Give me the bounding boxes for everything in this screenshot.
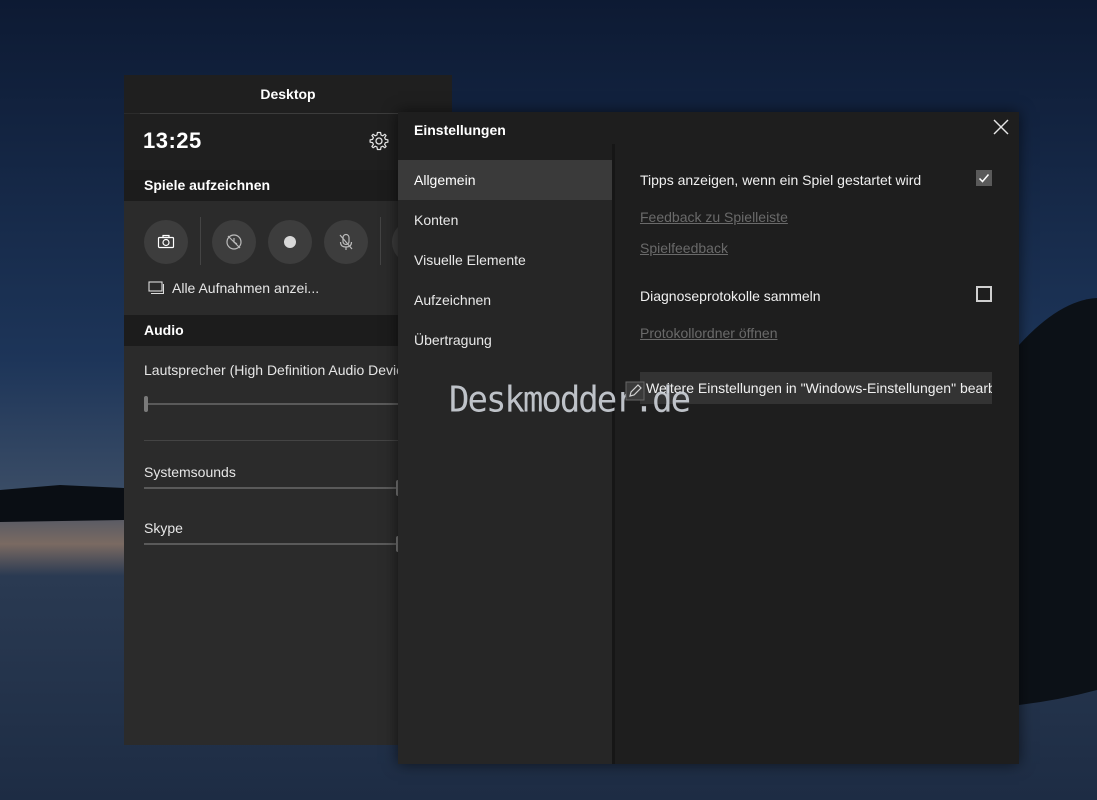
nav-item-uebertragung[interactable]: Übertragung [398, 320, 612, 360]
record-last-icon [226, 234, 242, 250]
settings-content: Tipps anzeigen, wenn ein Spiel gestartet… [615, 144, 1019, 764]
close-icon[interactable] [992, 118, 1010, 136]
skype-volume-slider[interactable] [144, 536, 400, 552]
settings-title: Einstellungen [414, 122, 506, 138]
settings-window: Einstellungen Allgemein Konten Visuelle … [398, 112, 1019, 764]
show-all-captures-link[interactable]: Alle Aufnahmen anzei... [148, 280, 319, 296]
show-all-captures-label: Alle Aufnahmen anzei... [172, 280, 320, 296]
audio-divider [144, 440, 400, 441]
clock-time: 13:25 [143, 128, 202, 153]
gamebar-title: Desktop [124, 75, 452, 113]
gear-icon [369, 131, 389, 151]
capture-separator [380, 217, 381, 265]
diagnostics-option-label: Diagnoseprotokolle sammeln [640, 288, 821, 304]
record-dot-icon [284, 236, 296, 248]
screenshot-button[interactable] [144, 220, 188, 264]
audio-skype-label: Skype [144, 520, 183, 536]
nav-item-aufzeichnen[interactable]: Aufzeichnen [398, 280, 612, 320]
mic-off-icon [339, 233, 353, 250]
camera-icon [157, 234, 175, 249]
settings-gear-button[interactable] [368, 130, 392, 154]
gallery-icon [148, 281, 164, 295]
game-feedback-link[interactable]: Spielfeedback [640, 240, 728, 256]
nav-item-allgemein[interactable]: Allgemein [398, 160, 612, 200]
settings-nav: Allgemein Konten Visuelle Elemente Aufze… [398, 160, 612, 764]
nav-item-visuelle-elemente[interactable]: Visuelle Elemente [398, 240, 612, 280]
tips-checkbox[interactable] [976, 170, 992, 186]
checkmark-icon [978, 174, 990, 183]
record-last-button[interactable] [212, 220, 256, 264]
pen-icon [625, 381, 645, 401]
diagnostics-checkbox[interactable] [976, 286, 992, 302]
log-folder-link[interactable]: Protokollordner öffnen [640, 325, 778, 341]
start-recording-button[interactable] [268, 220, 312, 264]
audio-systemsounds-label: Systemsounds [144, 464, 236, 480]
capture-separator [200, 217, 201, 265]
microphone-toggle-button[interactable] [324, 220, 368, 264]
audio-speaker-label: Lautsprecher (High Definition Audio Devi… [144, 362, 416, 378]
watermark: Deskmodder.de [449, 379, 691, 421]
nav-item-konten[interactable]: Konten [398, 200, 612, 240]
tips-option-label: Tipps anzeigen, wenn ein Spiel gestartet… [640, 172, 922, 188]
speaker-volume-slider[interactable] [144, 396, 400, 412]
feedback-gamebar-link[interactable]: Feedback zu Spielleiste [640, 209, 788, 225]
systemsounds-volume-slider[interactable] [144, 480, 400, 496]
speaker-volume-thumb[interactable] [144, 396, 148, 412]
more-settings-button[interactable]: Weitere Einstellungen in "Windows-Einste… [640, 372, 992, 404]
